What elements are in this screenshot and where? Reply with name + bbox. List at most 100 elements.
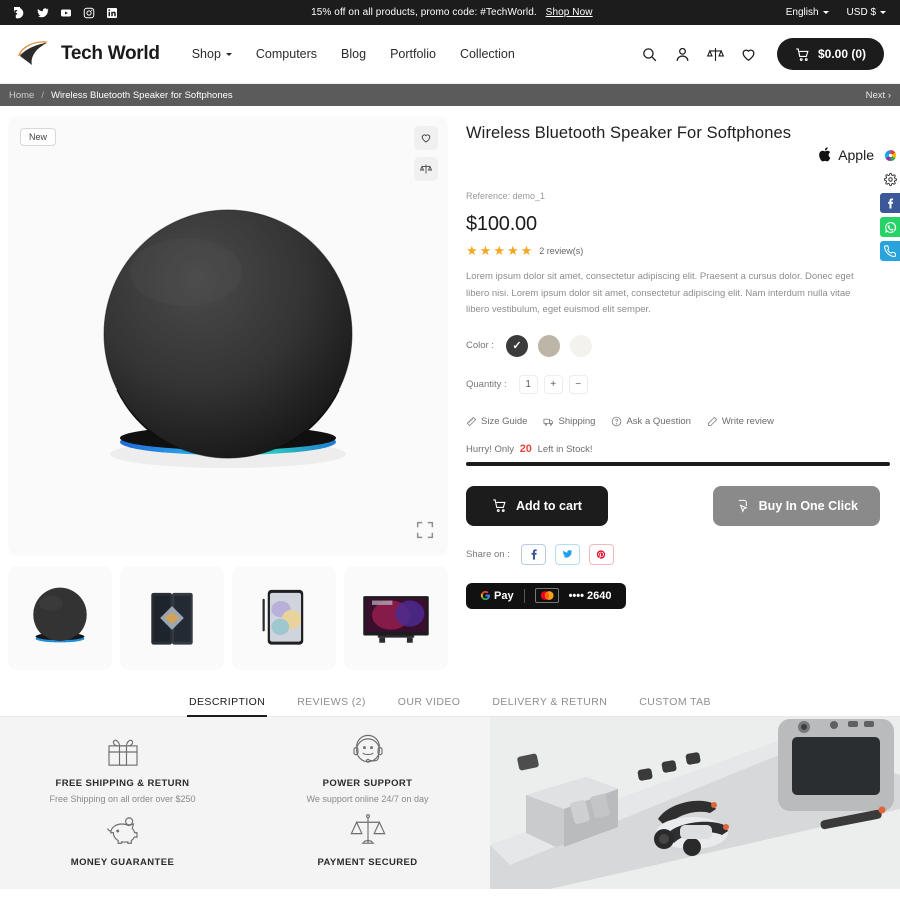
header-actions: $0.00 (0) <box>641 38 884 70</box>
ask-question-link[interactable]: Ask a Question <box>611 416 691 427</box>
quantity-decrease-button[interactable]: − <box>568 374 588 394</box>
breadcrumb-current: Wireless Bluetooth Speaker for Softphone… <box>50 89 233 101</box>
color-swatch-black[interactable] <box>505 334 528 357</box>
share-twitter-button[interactable] <box>554 543 580 565</box>
product-title: Wireless Bluetooth Speaker For Softphone… <box>466 124 792 142</box>
search-icon[interactable] <box>641 46 658 63</box>
gallery-wishlist-button[interactable] <box>414 126 438 150</box>
feature-title: POWER SUPPORT <box>322 778 413 789</box>
floating-social-sidebar <box>880 145 900 261</box>
product-description: Lorem ipsum dolor sit amet, consectetur … <box>466 271 854 316</box>
feature-money-guarantee: MONEY GUARANTEE <box>0 810 245 889</box>
product-info-column: Wireless Bluetooth Speaker For Softphone… <box>458 116 900 670</box>
thumbnail-foldable-phone[interactable] <box>120 566 224 670</box>
cart-icon <box>493 499 506 513</box>
settings-button[interactable] <box>880 169 900 189</box>
breadcrumb-next-link[interactable]: Next › <box>866 90 891 101</box>
review-count: 2 review(s) <box>539 245 584 256</box>
topbar-selectors: English USD $ <box>786 7 892 18</box>
nav-item-computers[interactable]: Computers <box>256 47 317 61</box>
account-icon[interactable] <box>674 46 691 63</box>
promo-text: 15% off on all products, promo code: #Te… <box>311 7 537 18</box>
breadcrumb-home[interactable]: Home <box>9 90 34 101</box>
nav-item-blog[interactable]: Blog <box>341 47 366 61</box>
linkedin-icon[interactable] <box>106 7 118 19</box>
compare-icon[interactable] <box>706 46 724 63</box>
color-label: Color : <box>466 340 494 352</box>
color-wheel-button[interactable] <box>880 145 900 165</box>
shop-now-link[interactable]: Shop Now <box>546 7 593 18</box>
feature-power-support: POWER SUPPORT We support online 24/7 on … <box>245 731 490 810</box>
gallery-compare-button[interactable] <box>414 157 438 181</box>
nav-item-collection[interactable]: Collection <box>460 47 515 61</box>
chevron-down-icon <box>225 52 232 56</box>
brand-logo-link[interactable]: Tech World <box>16 39 160 69</box>
buy-one-click-button[interactable]: Buy In One Click <box>712 485 880 526</box>
share-label: Share on : <box>466 548 510 560</box>
call-float-button[interactable] <box>880 241 900 261</box>
write-review-label: Write review <box>721 415 774 427</box>
pencil-icon <box>707 416 718 426</box>
currency-label: USD $ <box>846 7 876 18</box>
thumbnail-speaker[interactable] <box>8 566 112 670</box>
tab-our-video[interactable]: OUR VIDEO <box>396 690 463 716</box>
thumbnail-tablet[interactable] <box>232 566 336 670</box>
facebook-share-float-button[interactable] <box>880 193 900 213</box>
star-icon: ★ <box>479 243 492 258</box>
main-product-image[interactable] <box>8 116 448 556</box>
cursor-click-icon <box>738 499 748 513</box>
product-rating[interactable]: ★ ★ ★ ★ ★ 2 review(s) <box>466 244 890 257</box>
stock-prefix: Hurry! Only <box>466 443 515 455</box>
features-grid: FREE SHIPPING & RETURN Free Shipping on … <box>0 717 490 889</box>
question-icon <box>612 416 622 427</box>
product-gallery: New <box>8 116 448 556</box>
youtube-icon[interactable] <box>60 7 72 19</box>
facebook-icon[interactable] <box>14 6 26 19</box>
nav-item-shop[interactable]: Shop <box>192 47 232 61</box>
whatsapp-share-float-button[interactable] <box>880 217 900 237</box>
twitter-icon[interactable] <box>37 7 49 19</box>
color-swatch-taupe[interactable] <box>537 334 560 357</box>
feature-payment-secured: PAYMENT SECURED <box>245 810 490 889</box>
color-swatch-cream[interactable] <box>569 334 592 357</box>
tab-description[interactable]: DESCRIPTION <box>187 690 268 717</box>
chevron-down-icon <box>880 11 886 14</box>
payment-method-badge[interactable]: Pay •••• 2640 <box>466 582 626 609</box>
thumbnail-tv[interactable] <box>344 566 448 670</box>
expand-image-button[interactable] <box>414 519 436 546</box>
shipping-label: Shipping <box>558 415 596 427</box>
quantity-input[interactable]: 1 <box>518 374 538 394</box>
shipping-link[interactable]: Shipping <box>543 416 595 427</box>
logo-icon <box>16 39 52 69</box>
share-section: Share on : <box>466 543 890 565</box>
share-facebook-button[interactable] <box>520 543 546 565</box>
quantity-label: Quantity : <box>466 378 507 390</box>
whatsapp-icon <box>884 221 896 233</box>
wishlist-icon[interactable] <box>740 46 757 63</box>
brand-badge: Apple <box>818 146 874 163</box>
tab-reviews[interactable]: REVIEWS (2) <box>295 690 368 716</box>
feature-title: PAYMENT SECURED <box>317 857 418 868</box>
feature-title: FREE SHIPPING & RETURN <box>55 778 190 789</box>
cart-total: $0.00 (0) <box>817 47 866 61</box>
ruler-icon <box>466 416 477 427</box>
feature-free-shipping: FREE SHIPPING & RETURN Free Shipping on … <box>0 731 245 810</box>
nav-item-portfolio[interactable]: Portfolio <box>390 47 436 61</box>
add-to-cart-button[interactable]: Add to cart <box>466 485 608 526</box>
share-pinterest-button[interactable] <box>588 543 614 565</box>
tab-delivery-return[interactable]: DELIVERY & RETURN <box>490 690 609 716</box>
instagram-icon[interactable] <box>83 7 95 19</box>
size-guide-link[interactable]: Size Guide <box>466 416 527 427</box>
brand-name: Tech World <box>61 43 160 64</box>
write-review-link[interactable]: Write review <box>707 416 774 427</box>
language-label: English <box>785 7 819 18</box>
heart-icon <box>421 134 431 143</box>
language-selector[interactable]: English <box>786 7 829 18</box>
quantity-selector: Quantity : 1 + − <box>466 374 890 394</box>
tab-custom[interactable]: CUSTOM TAB <box>637 690 713 716</box>
stock-count: 20 <box>519 442 532 455</box>
google-icon <box>480 591 490 601</box>
quantity-increase-button[interactable]: + <box>543 374 563 394</box>
cart-button[interactable]: $0.00 (0) <box>776 38 884 70</box>
currency-selector[interactable]: USD $ <box>847 7 886 18</box>
